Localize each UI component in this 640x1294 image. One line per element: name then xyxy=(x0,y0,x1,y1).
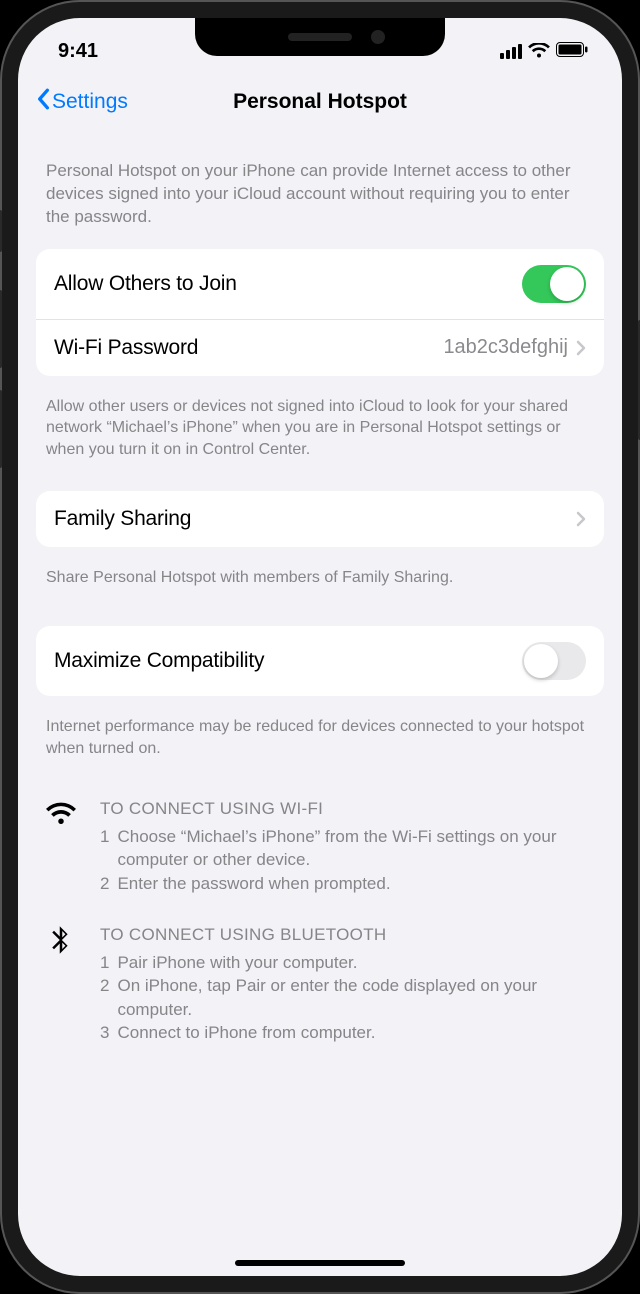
navbar: Settings Personal Hotspot xyxy=(18,74,622,130)
chevron-right-icon xyxy=(576,340,586,356)
intro-text: Personal Hotspot on your iPhone can prov… xyxy=(18,130,622,239)
back-button[interactable]: Settings xyxy=(36,88,128,116)
back-label: Settings xyxy=(52,90,128,114)
family-sharing-label: Family Sharing xyxy=(54,507,191,531)
allow-others-row: Allow Others to Join xyxy=(36,249,604,319)
allow-others-label: Allow Others to Join xyxy=(54,272,237,296)
connect-wifi-step-1: Choose “Michael’s iPhone” from the Wi-Fi… xyxy=(117,825,594,872)
connect-bt-block: TO CONNECT USING BLUETOOTH 1Pair iPhone … xyxy=(46,923,594,1044)
family-sharing-row[interactable]: Family Sharing xyxy=(36,491,604,547)
status-time: 9:41 xyxy=(58,40,98,63)
max-compat-footer: Internet performance may be reduced for … xyxy=(18,706,622,779)
page-title: Personal Hotspot xyxy=(233,90,407,114)
bluetooth-icon xyxy=(46,923,80,1044)
connect-wifi-block: TO CONNECT USING WI-FI 1Choose “Michael’… xyxy=(46,797,594,895)
connect-wifi-step-2: Enter the password when prompted. xyxy=(117,872,390,895)
max-compat-toggle[interactable] xyxy=(522,642,586,680)
max-compat-row: Maximize Compatibility xyxy=(36,626,604,696)
wifi-icon xyxy=(46,797,80,895)
connect-wifi-title: TO CONNECT USING WI-FI xyxy=(100,797,594,820)
connect-bt-step-2: On iPhone, tap Pair or enter the code di… xyxy=(117,974,594,1021)
home-indicator[interactable] xyxy=(235,1260,405,1266)
allow-others-toggle[interactable] xyxy=(522,265,586,303)
chevron-right-icon xyxy=(576,511,586,527)
connect-bt-title: TO CONNECT USING BLUETOOTH xyxy=(100,923,594,946)
wifi-icon xyxy=(528,43,550,59)
max-compat-label: Maximize Compatibility xyxy=(54,649,264,673)
wifi-password-label: Wi-Fi Password xyxy=(54,336,198,360)
connect-bt-step-3: Connect to iPhone from computer. xyxy=(117,1021,375,1044)
connect-bt-step-1: Pair iPhone with your computer. xyxy=(117,951,357,974)
cellular-icon xyxy=(500,44,522,59)
family-footer: Share Personal Hotspot with members of F… xyxy=(18,557,622,617)
wifi-password-row[interactable]: Wi-Fi Password 1ab2c3defghij xyxy=(36,319,604,376)
chevron-left-icon xyxy=(36,88,50,116)
wifi-password-value: 1ab2c3defghij xyxy=(443,336,568,359)
allow-footer: Allow other users or devices not signed … xyxy=(18,386,622,481)
battery-icon xyxy=(556,40,588,63)
